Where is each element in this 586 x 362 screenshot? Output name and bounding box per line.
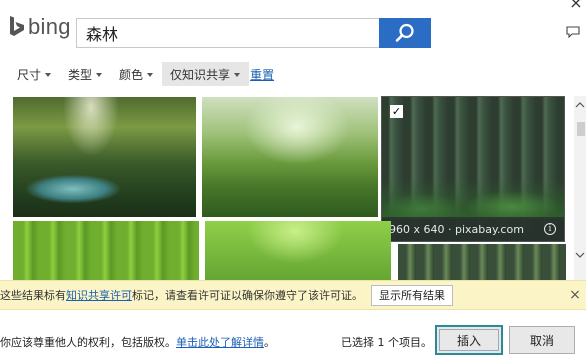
image-caption: 960 x 640 · pixabay.com [382, 217, 564, 241]
search-query: 森林 [86, 25, 119, 44]
image-result-selected[interactable]: ✓ 960 x 640 · pixabay.com i [381, 96, 565, 242]
learn-more-link[interactable]: 单击此处了解详情 [176, 336, 264, 349]
filter-size-label: 尺寸 [17, 67, 42, 82]
scroll-down-icon[interactable] [575, 250, 585, 260]
image-result[interactable] [205, 221, 391, 281]
filter-bar: 尺寸 类型 颜色 仅知识共享 重置 [0, 62, 274, 86]
feedback-icon[interactable] [566, 26, 580, 38]
copyright-text: 你应该尊重他人的权利，包括版权。 [0, 336, 176, 349]
search-icon [395, 23, 414, 42]
chevron-down-icon [45, 73, 52, 77]
creative-commons-link[interactable]: 知识共享许可 [66, 287, 132, 303]
cancel-button[interactable]: 取消 [509, 326, 575, 354]
license-text-before: 这些结果标有 [0, 289, 66, 302]
copyright-text-end: 。 [264, 336, 275, 349]
image-result[interactable] [13, 97, 196, 217]
close-notice-icon[interactable]: × [569, 288, 581, 302]
filter-creative-commons[interactable]: 仅知识共享 [162, 62, 250, 86]
show-all-results-button[interactable]: 显示所有结果 [371, 284, 453, 306]
selected-count: 已选择 1 个项目。 [341, 336, 432, 349]
chevron-down-icon [96, 73, 103, 77]
search-input[interactable]: 森林 [76, 18, 380, 48]
chevron-down-icon [147, 73, 154, 77]
license-notice-bar: 这些结果标有 知识共享许可 标记，请查看许可证以确保你遵守了该许可证。 显示所有… [0, 280, 586, 310]
image-content [382, 179, 564, 219]
insert-button-label: 插入 [439, 329, 499, 351]
reset-link[interactable]: 重置 [250, 66, 274, 83]
filter-type-label: 类型 [68, 67, 93, 82]
copyright-notice: 你应该尊重他人的权利，包括版权。单击此处了解详情。 [0, 334, 275, 350]
info-icon[interactable]: i [544, 223, 556, 235]
filter-type[interactable]: 类型 [60, 62, 111, 86]
chevron-down-icon [234, 73, 241, 77]
image-result[interactable] [13, 221, 199, 281]
scroll-up-icon[interactable] [575, 100, 585, 110]
scrollbar-thumb[interactable] [577, 122, 585, 136]
dialog-footer: 你应该尊重他人的权利，包括版权。单击此处了解详情。 已选择 1 个项目。 插入 … [0, 320, 586, 362]
filter-color-label: 颜色 [119, 67, 144, 82]
filter-creative-commons-label: 仅知识共享 [170, 67, 231, 82]
search-button[interactable] [379, 18, 431, 48]
insert-button[interactable]: 插入 [435, 325, 503, 355]
filter-color[interactable]: 颜色 [111, 62, 162, 86]
close-window-button[interactable]: × [568, 0, 584, 11]
image-result[interactable] [398, 244, 566, 281]
image-result[interactable] [202, 97, 378, 217]
select-checkbox[interactable]: ✓ [390, 105, 403, 118]
bing-logo: bing [9, 14, 71, 39]
bing-b-icon [10, 16, 24, 36]
image-gallery: ✓ 960 x 640 · pixabay.com i [0, 96, 574, 281]
filter-size[interactable]: 尺寸 [0, 62, 60, 86]
license-text-after: 标记，请查看许可证以确保你遵守了该许可证。 [132, 289, 363, 302]
logo-text: bing [28, 14, 71, 39]
